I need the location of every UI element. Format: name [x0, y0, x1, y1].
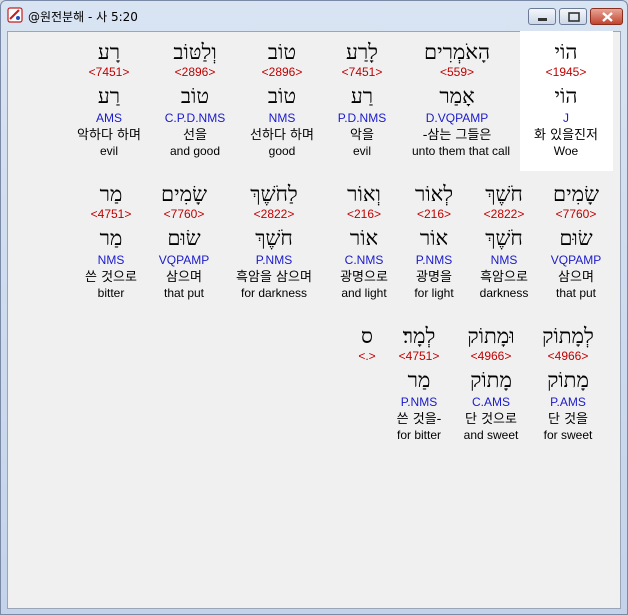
english-gloss: evil	[99, 144, 118, 158]
english-gloss: Woe	[553, 144, 579, 158]
korean-gloss: -삼는 그들은	[422, 128, 492, 143]
english-gloss: good	[268, 144, 296, 158]
english-gloss: for darkness	[240, 286, 308, 300]
parsing-code: J	[563, 111, 569, 125]
hebrew-word: לָרַע	[345, 40, 379, 64]
parsing-code: P.D.NMS	[337, 111, 387, 125]
word-column[interactable]: שָׂמִים <7760> שׂוּם VQPAMP 삼으며 that put	[139, 181, 229, 301]
word-column[interactable]: הוֹי <1945> הוֹי J 화 있을진저 Woe	[521, 39, 611, 159]
korean-gloss: 악을	[350, 128, 374, 143]
parsing-code: D.VQPAMP	[425, 111, 489, 125]
hebrew-word: טוֹב	[267, 40, 297, 64]
strong-number[interactable]: <7451>	[317, 65, 407, 79]
lemma-word: מָתוֹק	[547, 368, 589, 392]
word-column[interactable]: שָׂמִים <7760> שׂוּם VQPAMP 삼으며 that put	[531, 181, 621, 301]
word-column[interactable]: לַחֹשֶׁךְ <2822> חֹשֶׁךְ P.NMS 흑암을 삼으며 for da…	[229, 181, 319, 301]
parsing-code: VQPAMP	[158, 253, 210, 267]
english-gloss: unto them that call	[412, 144, 511, 158]
english-gloss: that put	[163, 286, 205, 300]
strong-number[interactable]: <2896>	[237, 65, 327, 79]
lemma-word: חֹשֶׁךְ	[255, 226, 293, 250]
window-title: @원전분해 - 사 5:20	[28, 10, 138, 24]
hebrew-word: רָע	[97, 40, 121, 64]
strong-number[interactable]: <4966>	[523, 349, 613, 363]
strong-number[interactable]: <7760>	[531, 207, 621, 221]
strong-number[interactable]: <7451>	[64, 65, 154, 79]
hebrew-word: שָׂמִים	[553, 182, 599, 206]
strong-number[interactable]: <2822>	[229, 207, 319, 221]
strong-number[interactable]: <1945>	[521, 65, 611, 79]
korean-gloss: 선을	[183, 128, 207, 143]
word-column[interactable]: וְלַטּוֹב <2896> טוֹב C.P.D.NMS 선을 and good	[150, 39, 240, 159]
word-column[interactable]: רָע <7451> רַע AMS 악하다 하며 evil	[64, 39, 154, 159]
minimize-button[interactable]	[528, 8, 556, 25]
hebrew-word: וְלַטּוֹב	[173, 40, 217, 64]
lemma-word: רַע	[350, 84, 374, 108]
word-column[interactable]: טוֹב <2896> טוֹב NMS 선하다 하며 good	[237, 39, 327, 159]
strong-number[interactable]: <7760>	[139, 207, 229, 221]
strong-number[interactable]: <559>	[412, 65, 502, 79]
word-column[interactable]: לְמָתוֹק <4966> מָתוֹק P.AMS 단 것을 for sweet	[523, 323, 613, 443]
parsing-code: P.AMS	[550, 395, 586, 409]
app-icon	[7, 7, 23, 23]
english-gloss: evil	[352, 144, 371, 158]
hebrew-word: הוֹי	[554, 40, 578, 64]
korean-gloss: 삼으며	[166, 270, 202, 285]
close-icon	[602, 12, 613, 22]
hebrew-word: לְמָתוֹק	[542, 324, 594, 348]
lemma-word: אָמַר	[439, 84, 475, 108]
maximize-button[interactable]	[559, 8, 587, 25]
app-window: @원전분해 - 사 5:20 רָע <7451> רַע AMS 악하다 하며 evil…	[0, 0, 628, 615]
word-column[interactable]: לָרַע <7451> רַע P.D.NMS 악을 evil	[317, 39, 407, 159]
korean-gloss: 흑암을 삼으며	[236, 270, 312, 285]
lemma-word: הוֹי	[554, 84, 578, 108]
close-button[interactable]	[590, 8, 623, 25]
lemma-word: שׂוּם	[167, 226, 201, 250]
korean-gloss: 단 것을	[547, 412, 588, 427]
title-bar[interactable]: @원전분해 - 사 5:20	[1, 1, 627, 31]
word-column[interactable]: הָאֹמְרִים <559> אָמַר D.VQPAMP -삼는 그들은 unto …	[412, 39, 511, 159]
lemma-word: טוֹב	[180, 84, 210, 108]
strong-number[interactable]: <2896>	[150, 65, 240, 79]
parsing-code: VQPAMP	[550, 253, 602, 267]
parsing-code: C.P.D.NMS	[164, 111, 226, 125]
english-gloss: that put	[555, 286, 597, 300]
parsing-code: P.NMS	[255, 253, 293, 267]
lemma-word: טוֹב	[267, 84, 297, 108]
korean-gloss: 삼으며	[558, 270, 594, 285]
korean-gloss: 악하다 하며	[77, 128, 141, 143]
parsing-code: NMS	[268, 111, 296, 125]
korean-gloss: 선하다 하며	[250, 128, 314, 143]
hebrew-word: שָׂמִים	[161, 182, 207, 206]
hebrew-word: הָאֹמְרִים	[423, 40, 491, 64]
english-gloss: for sweet	[543, 428, 593, 442]
parsing-code: AMS	[95, 111, 122, 125]
english-gloss: and good	[169, 144, 221, 158]
lemma-word: רַע	[97, 84, 121, 108]
korean-gloss: 화 있을진저	[534, 128, 598, 143]
lemma-word: שׂוּם	[559, 226, 593, 250]
hebrew-word: לַחֹשֶׁךְ	[250, 182, 298, 206]
